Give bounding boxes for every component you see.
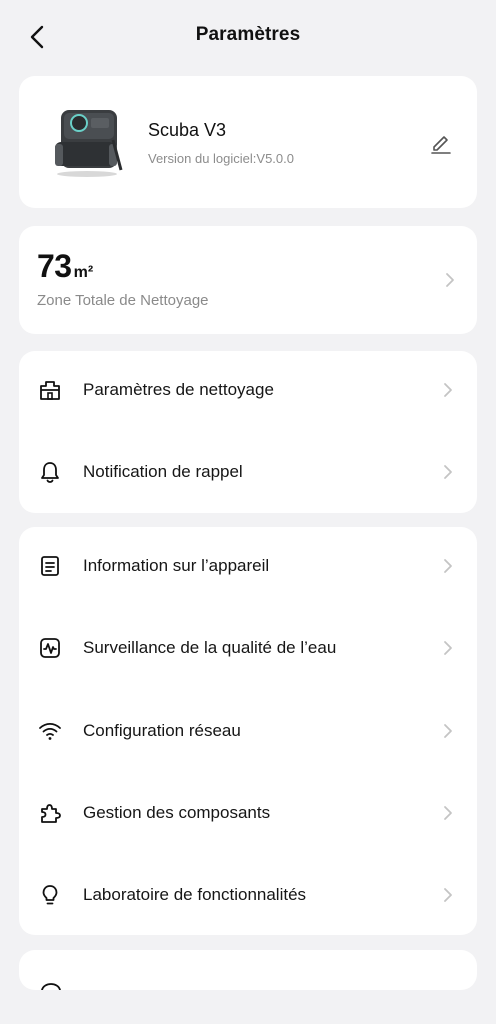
edit-name-button[interactable] xyxy=(428,130,454,156)
chevron-right-icon xyxy=(442,723,454,739)
menu-group-more xyxy=(19,950,477,990)
menu-item-label: Configuration réseau xyxy=(83,721,241,740)
menu-group-cleaning: Paramètres de nettoyage Notification de … xyxy=(19,351,477,513)
menu-item-feature-lab[interactable]: Laboratoire de fonctionnalités xyxy=(19,865,477,925)
cleaning-area-card[interactable]: 73 m² Zone Totale de Nettoyage xyxy=(19,226,477,334)
menu-item-device-info[interactable]: Information sur l’appareil xyxy=(19,536,477,596)
menu-item-label: Laboratoire de fonctionnalités xyxy=(83,885,307,904)
chevron-right-icon xyxy=(442,887,454,903)
menu-item-cleaning-settings[interactable]: Paramètres de nettoyage xyxy=(19,360,477,420)
document-icon xyxy=(38,554,62,578)
lightbulb-icon xyxy=(38,883,62,907)
chevron-right-icon xyxy=(442,640,454,656)
device-version: Version du logiciel:V5.0.0 xyxy=(148,151,294,166)
menu-item-label: Paramètres de nettoyage xyxy=(83,380,274,399)
chevron-right-icon xyxy=(442,558,454,574)
device-card[interactable]: Scuba V3 Version du logiciel:V5.0.0 xyxy=(19,76,477,208)
area-number: 73 xyxy=(37,248,72,284)
device-name: Scuba V3 xyxy=(148,120,227,140)
wifi-icon xyxy=(38,719,62,743)
area-label: Zone Totale de Nettoyage xyxy=(37,292,209,309)
chevron-right-icon xyxy=(442,382,454,398)
bell-icon xyxy=(38,460,62,484)
chevron-right-icon xyxy=(445,272,455,288)
chevron-right-icon xyxy=(442,805,454,821)
menu-item-label: Information sur l’appareil xyxy=(83,556,270,575)
menu-item-network-config[interactable]: Configuration réseau xyxy=(19,701,477,761)
chevron-right-icon xyxy=(442,464,454,480)
device-image xyxy=(47,104,123,178)
waveform-icon xyxy=(38,636,62,660)
building-icon xyxy=(38,378,62,402)
area-value: 73 m² xyxy=(37,248,93,285)
page-title: Paramètres xyxy=(195,24,301,45)
menu-item-label: Surveillance de la qualité de l’eau xyxy=(83,638,337,657)
header: Paramètres xyxy=(0,0,496,72)
menu-item-reminder-notification[interactable]: Notification de rappel xyxy=(19,442,477,502)
partial-icon xyxy=(40,978,62,990)
puzzle-icon xyxy=(38,801,62,825)
pencil-icon xyxy=(431,136,451,154)
menu-item-label: Notification de rappel xyxy=(83,462,243,481)
menu-item-components[interactable]: Gestion des composants xyxy=(19,783,477,843)
menu-item-label: Gestion des composants xyxy=(83,803,271,822)
menu-item-water-quality[interactable]: Surveillance de la qualité de l’eau xyxy=(19,618,477,678)
menu-group-device: Information sur l’appareil Surveillance … xyxy=(19,527,477,935)
settings-page: Paramètres Scuba V3 Version du logiciel:… xyxy=(0,0,496,1024)
area-unit: m² xyxy=(73,264,94,281)
